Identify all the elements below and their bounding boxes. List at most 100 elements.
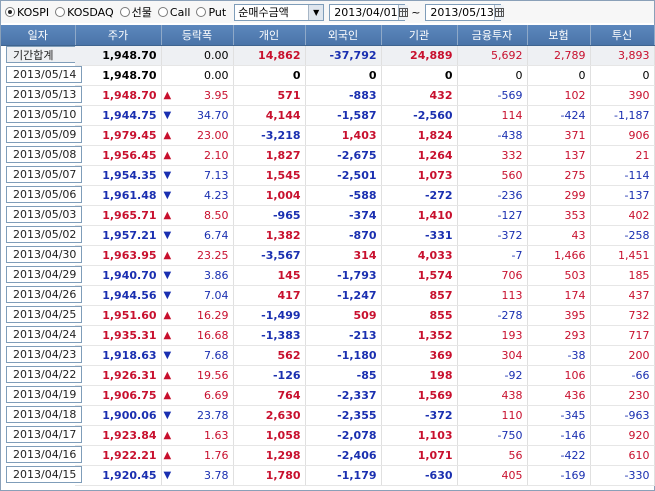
foreign-cell-value: -1,247 (337, 289, 377, 302)
fin-invest-cell-value: 304 (501, 349, 523, 362)
price-cell: 1,918.63 (75, 345, 162, 366)
market-radio-3[interactable]: Call (157, 6, 190, 19)
date-to-field[interactable]: 2013/05/13 (425, 3, 504, 21)
table-row[interactable]: 2013/05/08 1,956.45 ▲ 2.10 1,827 -2,675 1,264 3… (1, 145, 655, 166)
table-row[interactable]: 2013/05/03 1,965.71 ▲ 8.50 -965 -374 1,410 -127… (1, 205, 655, 226)
table-row[interactable]: 2013/04/19 1,906.75 ▲ 6.69 764 -2,337 1,569 438… (1, 385, 655, 406)
table-row[interactable]: 2013/04/25 1,951.60 ▲ 16.29 -1,499 509 855 -278… (1, 305, 655, 326)
fin-invest-cell-value: 56 (508, 449, 523, 462)
foreign-cell-value: -2,355 (337, 409, 377, 422)
institution-cell: 1,824 (381, 125, 458, 146)
institution-cell: -630 (381, 465, 458, 486)
column-header[interactable]: 일자 (1, 25, 76, 46)
table-row[interactable]: 2013/04/30 1,963.95 ▲ 23.25 -3,567 314 4,033 -7… (1, 245, 655, 266)
down-arrow-icon: ▼ (163, 289, 172, 301)
calendar-icon[interactable] (397, 4, 408, 20)
date-cell: 2013/04/30 (6, 245, 82, 263)
price-cell-value: 1,918.63 (102, 349, 157, 362)
market-radio-4[interactable]: Put (196, 6, 226, 19)
institution-cell-value: 1,264 (417, 149, 453, 162)
table-row[interactable]: 2013/05/06 1,961.48 ▼ 4.23 1,004 -588 -272 -236… (1, 185, 655, 206)
insurance-cell-value: 1,466 (554, 249, 586, 262)
table-row[interactable]: 2013/04/26 1,944.56 ▼ 7.04 417 -1,247 857 113 17… (1, 285, 655, 306)
column-header[interactable]: 투신 (590, 25, 655, 46)
fin-invest-cell: 110 (457, 405, 528, 426)
table-row[interactable]: 2013/05/07 1,954.35 ▼ 7.13 1,545 -2,501 1,073 5… (1, 165, 655, 186)
institution-cell-value: -331 (424, 229, 453, 242)
insurance-cell-value: 436 (564, 389, 586, 402)
column-header[interactable]: 보험 (527, 25, 591, 46)
date-cell-value: 2013/04/19 (13, 387, 77, 401)
radio-button-icon[interactable] (196, 7, 207, 17)
individual-cell: 562 (233, 345, 306, 366)
price-cell-value: 1,900.06 (102, 409, 157, 422)
table-row[interactable]: 2013/04/23 1,918.63 ▼ 7.68 562 -1,180 369 304 -3… (1, 345, 655, 366)
column-header[interactable]: 개인 (233, 25, 306, 46)
change-cell: ▲ 16.29 (161, 305, 234, 326)
fin-invest-cell: -278 (457, 305, 528, 326)
radio-label: KOSPI (17, 5, 50, 19)
market-radio-0[interactable]: KOSPI (5, 6, 49, 19)
table-row[interactable]: 2013/05/14 1,948.70 0.00 0 0 0 0 0 0 (1, 65, 655, 86)
trust-cell: 3,893 (590, 45, 655, 66)
change-cell-value: 0.00 (204, 49, 229, 62)
table-row[interactable]: 2013/05/13 1,948.70 ▲ 3.95 571 -883 432 -569 102… (1, 85, 655, 106)
radio-button-icon[interactable] (55, 7, 66, 17)
trust-cell-value: 1,451 (618, 249, 650, 262)
date-from-field[interactable]: 2013/04/01 (329, 3, 408, 21)
individual-cell-value: -1,383 (261, 329, 301, 342)
trust-cell-value: 390 (628, 89, 650, 102)
price-cell-value: 1,926.31 (102, 369, 157, 382)
table-row[interactable]: 2013/04/22 1,926.31 ▲ 19.56 -126 -85 198 -92 106… (1, 365, 655, 386)
change-cell-value: 3.78 (204, 469, 229, 482)
change-cell-value: 6.69 (204, 389, 229, 402)
price-cell-value: 1,922.21 (102, 449, 157, 462)
table-row[interactable]: 2013/04/24 1,935.31 ▲ 16.68 -1,383 -213 1,352 1… (1, 325, 655, 346)
table-row[interactable]: 2013/04/17 1,923.84 ▲ 1.63 1,058 -2,078 1,103 -… (1, 425, 655, 446)
column-header[interactable]: 등락폭 (161, 25, 234, 46)
radio-button-icon[interactable] (5, 7, 15, 17)
calendar-icon[interactable] (493, 4, 504, 20)
radio-button-icon[interactable] (119, 7, 130, 17)
chevron-down-icon[interactable]: ▼ (308, 4, 324, 20)
change-cell-value: 8.50 (204, 209, 229, 222)
column-header[interactable]: 금융투자 (457, 25, 528, 46)
fin-invest-cell-value: 405 (501, 469, 523, 482)
table-row[interactable]: 2013/05/02 1,957.21 ▼ 6.74 1,382 -870 -331 -372… (1, 225, 655, 246)
column-header[interactable]: 주가 (75, 25, 162, 46)
foreign-cell: -2,675 (305, 145, 382, 166)
table-row[interactable]: 2013/04/16 1,922.21 ▲ 1.76 1,298 -2,406 1,071 5… (1, 445, 655, 466)
price-cell-value: 1,920.45 (102, 469, 157, 482)
foreign-cell-value: -1,587 (337, 109, 377, 122)
foreign-cell-value: 0 (368, 69, 377, 82)
date-cell-value: 2013/05/09 (13, 127, 77, 141)
market-radio-1[interactable]: KOSDAQ (55, 6, 114, 19)
foreign-cell: -883 (305, 85, 382, 106)
fin-invest-cell: 304 (457, 345, 528, 366)
insurance-cell-value: 174 (564, 289, 586, 302)
column-header[interactable]: 기관 (381, 25, 458, 46)
table-row[interactable]: 2013/05/09 1,979.45 ▲ 23.00 -3,218 1,403 1,824… (1, 125, 655, 146)
radio-label: 선물 (131, 6, 152, 19)
table-row[interactable]: 2013/04/29 1,940.70 ▼ 3.86 145 -1,793 1,574 706… (1, 265, 655, 286)
column-header[interactable]: 외국인 (305, 25, 382, 46)
foreign-cell: -2,078 (305, 425, 382, 446)
price-cell: 1,948.70 (75, 85, 162, 106)
table-row[interactable]: 2013/05/10 1,944.75 ▼ 34.70 4,144 -1,587 -2,56… (1, 105, 655, 126)
date-cell: 2013/04/23 (6, 345, 82, 363)
market-radio-2[interactable]: 선물 (119, 4, 152, 20)
table-row[interactable]: 2013/04/18 1,900.06 ▼ 23.78 2,630 -2,355 -372 1… (1, 405, 655, 426)
insurance-cell: 353 (527, 205, 591, 226)
radio-button-icon[interactable] (157, 7, 168, 17)
individual-cell: -1,383 (233, 325, 306, 346)
insurance-cell: 293 (527, 325, 591, 346)
individual-cell-value: 562 (277, 349, 301, 362)
institution-cell-value: 1,103 (417, 429, 453, 442)
insurance-cell-value: 395 (564, 309, 586, 322)
amount-type-select[interactable]: 순매수금액 ▼ (234, 3, 325, 21)
price-cell-value: 1,944.75 (102, 109, 157, 122)
change-cell-value: 3.86 (204, 269, 229, 282)
table-row[interactable]: 2013/04/15 1,920.45 ▼ 3.78 1,780 -1,179 -630 40… (1, 465, 655, 486)
change-cell: ▼ 34.70 (161, 105, 234, 126)
change-cell-value: 7.04 (204, 289, 229, 302)
